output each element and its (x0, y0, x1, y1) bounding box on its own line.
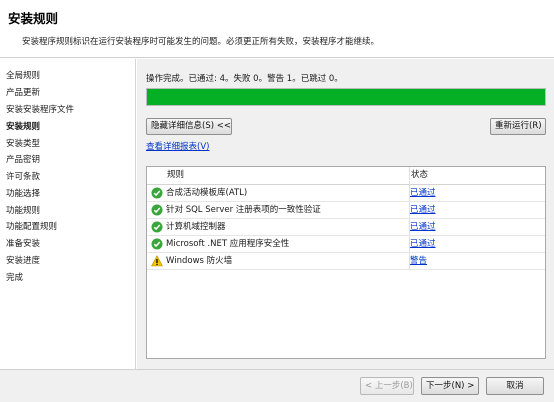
progress-bar-fill (147, 89, 545, 105)
rule-name: 针对 SQL Server 注册表项的一致性验证 (166, 205, 321, 215)
sidebar-item-complete[interactable]: 完成 (6, 271, 23, 285)
progress-bar (146, 88, 546, 106)
rule-status-link[interactable]: 已通过 (410, 236, 436, 252)
next-button[interactable]: 下一步(N) > (421, 377, 479, 395)
rule-status-link[interactable]: 警告 (410, 253, 427, 269)
column-header-status[interactable]: 状态 (411, 167, 428, 184)
rule-name: Windows 防火墙 (166, 256, 233, 266)
rerun-button[interactable]: 重新运行(R) (490, 118, 546, 135)
sidebar: 全局规则 产品更新 安装安装程序文件 安装规则 安装类型 产品密钥 许可条款 功… (0, 59, 136, 369)
back-button[interactable]: < 上一步(B) (360, 377, 414, 395)
page-subtitle: 安装程序规则标识在运行安装程序时可能发生的问题。必须更正所有失败，安装程序才能继… (22, 37, 380, 47)
warning-triangle-icon (151, 255, 163, 267)
sidebar-item-feature-rules[interactable]: 功能规则 (6, 204, 40, 218)
sidebar-item-feature-config-rules[interactable]: 功能配置规则 (6, 220, 57, 234)
hide-details-button[interactable]: 隐藏详细信息(S) << (146, 118, 232, 135)
sidebar-item-install-rules[interactable]: 安装规则 (6, 120, 40, 134)
check-circle-icon (151, 204, 163, 216)
sidebar-item-install-setup-files[interactable]: 安装安装程序文件 (6, 103, 74, 117)
header: 安装规则 安装程序规则标识在运行安装程序时可能发生的问题。必须更正所有失败，安装… (0, 0, 554, 58)
column-header-rule[interactable]: 规则 (167, 167, 184, 184)
table-row: Microsoft .NET 应用程序安全性 已通过 (147, 236, 545, 253)
check-circle-icon (151, 238, 163, 250)
sidebar-item-product-updates[interactable]: 产品更新 (6, 86, 40, 100)
rule-name: Microsoft .NET 应用程序安全性 (166, 239, 290, 249)
table-row: 合成活动模板库(ATL) 已通过 (147, 185, 545, 202)
check-circle-icon (151, 221, 163, 233)
rule-status-link[interactable]: 已通过 (410, 219, 436, 235)
table-row: Windows 防火墙 警告 (147, 253, 545, 270)
table-row: 计算机域控制器 已通过 (147, 219, 545, 236)
sidebar-item-feature-selection[interactable]: 功能选择 (6, 187, 40, 201)
sidebar-item-global-rules[interactable]: 全局规则 (6, 69, 40, 83)
operation-status: 操作完成。已通过: 4。失败 0。警告 1。已跳过 0。 (146, 74, 343, 84)
rule-name: 计算机域控制器 (166, 222, 226, 232)
sidebar-item-license-terms[interactable]: 许可条款 (6, 170, 40, 184)
rules-table: 规则 状态 合成活动模板库(ATL) 已通过 针对 SQL Server 注册表… (146, 166, 546, 359)
rule-status-link[interactable]: 已通过 (410, 202, 436, 218)
table-row: 针对 SQL Server 注册表项的一致性验证 已通过 (147, 202, 545, 219)
rule-name: 合成活动模板库(ATL) (166, 188, 248, 198)
footer: < 上一步(B) 下一步(N) > 取消 (0, 369, 554, 402)
page-title: 安装规则 (8, 11, 59, 26)
view-detailed-report-link[interactable]: 查看详细报表(V) (146, 140, 209, 152)
rule-status-link[interactable]: 已通过 (410, 185, 436, 201)
main-content: 操作完成。已通过: 4。失败 0。警告 1。已跳过 0。 隐藏详细信息(S) <… (137, 59, 554, 369)
sidebar-item-product-key[interactable]: 产品密钥 (6, 153, 40, 167)
check-circle-icon (151, 187, 163, 199)
sidebar-item-install-progress[interactable]: 安装进度 (6, 254, 40, 268)
sidebar-item-ready-to-install[interactable]: 准备安装 (6, 237, 40, 251)
cancel-button[interactable]: 取消 (486, 377, 544, 395)
sidebar-item-install-type[interactable]: 安装类型 (6, 137, 40, 151)
